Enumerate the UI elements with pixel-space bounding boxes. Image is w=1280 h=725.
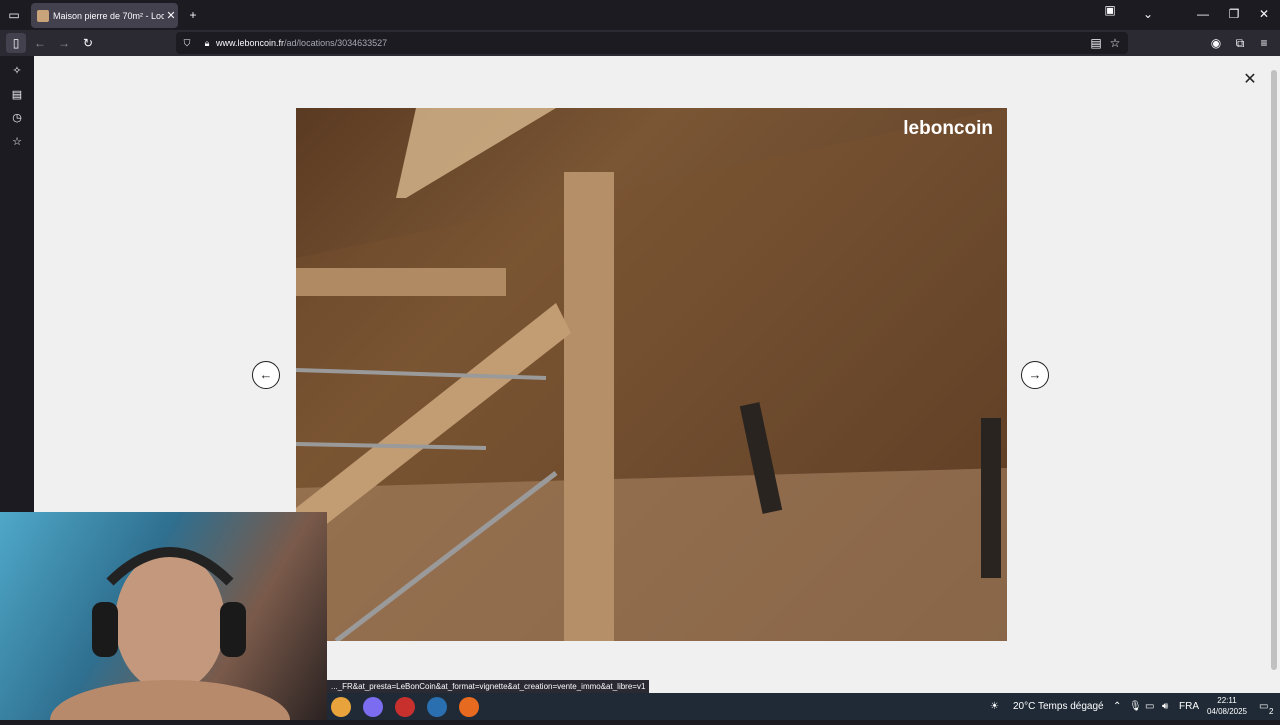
clock[interactable]: 22:11 04/08/2025 (1203, 695, 1251, 717)
url-path: /ad/locations/3034633527 (284, 38, 388, 48)
reload-button[interactable]: ↻ (78, 33, 98, 53)
scrollbar[interactable] (1268, 56, 1280, 693)
menu-icon[interactable]: ≡ (1254, 33, 1274, 53)
minimize-button[interactable]: — (1193, 4, 1213, 24)
account-icon[interactable]: ◉ (1206, 33, 1226, 53)
bookmarks-icon[interactable]: ☆ (7, 132, 27, 152)
attic-photo-graphic (296, 108, 1007, 641)
windows-taskbar: ☀ 20°C Temps dégagé ⌃ 🎙︎ ▭ 🔊︎ FRA 22:11 … (327, 693, 1280, 720)
chrome-icon[interactable] (331, 697, 351, 717)
restore-button[interactable]: ❐ (1224, 4, 1244, 24)
previous-photo-button[interactable]: ← (252, 361, 280, 389)
forward-button[interactable]: → (54, 33, 74, 53)
bookmark-star-icon[interactable]: ☆ (1105, 33, 1125, 53)
synced-tabs-icon[interactable]: ▤ (7, 85, 27, 105)
tab-bar: ▭ Maison pierre de 70m² - Locati ✕ + ▣ ⌄… (0, 0, 1280, 30)
nav-bar: ▯ ← → ↻ ⛉ 🔒︎ www.leboncoin.fr/ad/locatio… (0, 30, 1280, 56)
weather-temp[interactable]: 20°C (1013, 693, 1035, 720)
weather-text[interactable]: Temps dégagé (1038, 693, 1104, 720)
steam-icon[interactable] (427, 697, 447, 717)
new-tab-button[interactable]: + (183, 5, 203, 25)
leboncoin-logo: leboncoin (903, 118, 993, 139)
close-window-button[interactable]: ✕ (1254, 4, 1274, 24)
webcam-person-graphic (50, 547, 290, 720)
back-button[interactable]: ← (30, 33, 50, 53)
address-bar[interactable]: ⛉ 🔒︎ www.leboncoin.fr/ad/locations/30346… (176, 32, 1128, 54)
shield-icon[interactable]: ⛉ (176, 38, 198, 49)
close-gallery-icon[interactable]: ✕ (1240, 70, 1260, 90)
next-photo-button[interactable]: → (1021, 361, 1049, 389)
record-app-icon[interactable] (395, 697, 415, 717)
status-link: ..._FR&at_presta=LeBonCoin&at_format=vig… (327, 680, 650, 693)
reader-view-icon[interactable]: ▤ (1086, 33, 1106, 53)
cast-icon[interactable]: ▣ (1100, 0, 1120, 20)
listing-photo: leboncoin (296, 108, 1007, 641)
volume-icon[interactable]: 🔊︎ (1162, 693, 1168, 720)
clock-date: 04/08/2025 (1206, 707, 1248, 716)
tab-title: Maison pierre de 70m² - Locati (53, 10, 164, 21)
notifications-icon[interactable]: ▭ (1259, 693, 1268, 720)
weather-icon[interactable]: ☀ (990, 693, 999, 720)
webcam-overlay (0, 512, 327, 720)
extensions-icon[interactable]: ⧉ (1230, 33, 1250, 53)
firefox-icon[interactable] (459, 697, 479, 717)
tab-close-icon[interactable]: ✕ (164, 9, 178, 22)
url-host: www.leboncoin.fr (216, 38, 285, 48)
clock-time: 22:11 (1217, 696, 1237, 705)
language-indicator[interactable]: FRA (1179, 693, 1199, 720)
tab-list-icon[interactable]: ▭ (4, 5, 24, 25)
network-icon[interactable]: ▭ (1145, 693, 1154, 720)
chevron-down-icon[interactable]: ⌄ (1138, 4, 1158, 24)
discord-icon[interactable] (363, 697, 383, 717)
scrollbar-thumb[interactable] (1271, 70, 1277, 670)
microphone-icon[interactable]: 🎙︎ (1129, 693, 1142, 720)
tab-active[interactable]: Maison pierre de 70m² - Locati ✕ (31, 3, 178, 28)
favicon-icon (37, 9, 49, 22)
ai-chat-icon[interactable]: ✧ (7, 61, 27, 81)
sidebar-toggle-icon[interactable]: ▯ (6, 33, 26, 53)
history-icon[interactable]: ◷ (7, 108, 27, 128)
notification-count: 2 (1269, 707, 1274, 716)
tray-chevron-icon[interactable]: ⌃ (1113, 693, 1121, 720)
lock-icon[interactable]: 🔒︎ (198, 38, 216, 49)
